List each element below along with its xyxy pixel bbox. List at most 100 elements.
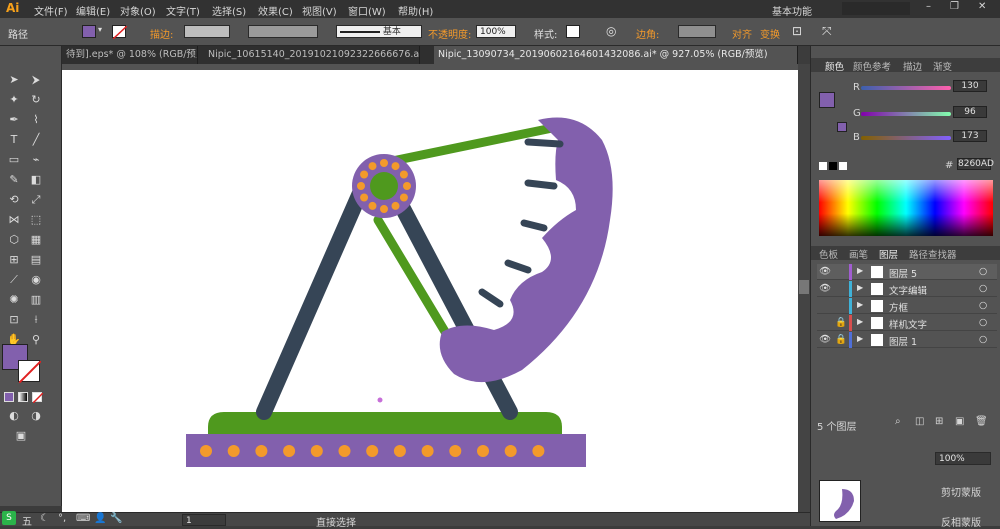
new-layer-icon[interactable]: ▣ — [955, 416, 964, 427]
visibility-eye-icon[interactable]: 👁 — [819, 283, 831, 294]
tab-stroke[interactable]: 描边 — [903, 59, 922, 73]
pencil-tool-icon[interactable]: ✎ — [6, 172, 22, 188]
artboard[interactable] — [62, 70, 798, 512]
direct-selection-tool-icon[interactable]: ⮞ — [28, 72, 44, 88]
tab-doc-1[interactable]: 待到].eps* @ 108% (RGB/预览) — [62, 46, 198, 64]
pen-tool-icon[interactable]: ✒ — [6, 112, 22, 128]
curvature-tool-icon[interactable]: ⌇ — [28, 112, 44, 128]
restore-icon[interactable]: ❐ — [950, 1, 959, 12]
layer-name[interactable]: 样机文字 — [889, 317, 927, 331]
nav-zoom-field[interactable]: 100% — [935, 452, 991, 465]
recolor-icon[interactable]: ◎ — [606, 24, 616, 38]
rotate-tool-icon[interactable]: ⟲ — [6, 192, 22, 208]
width-tool-icon[interactable]: ⋈ — [6, 212, 22, 228]
selection-tool-icon[interactable]: ➤ — [6, 72, 22, 88]
hex-value[interactable]: 8260AD — [957, 158, 994, 170]
stroke-swatch[interactable] — [112, 25, 127, 39]
clip-mask-label[interactable]: 剪切蒙版 — [941, 484, 981, 499]
expand-arrow-icon[interactable]: ▶ — [857, 266, 863, 275]
eraser-tool-icon[interactable]: ◧ — [28, 172, 44, 188]
search-input[interactable] — [842, 2, 910, 15]
tab-doc-2[interactable]: Nipic_10615140_20191021092322666676.ai* — [204, 46, 420, 64]
layer-row[interactable]: ▶ 方框 ○ — [817, 298, 997, 314]
layer-row[interactable]: 👁 ▶ 文字编辑 ○ — [817, 281, 997, 297]
line-tool-icon[interactable]: ╱ — [28, 132, 44, 148]
stroke-color-box[interactable] — [18, 360, 41, 383]
transform-again-icon[interactable]: ⤧ — [822, 24, 832, 39]
menu-help[interactable]: 帮助(H) — [398, 3, 433, 18]
g-slider[interactable] — [861, 112, 951, 116]
color-spectrum[interactable] — [819, 180, 993, 236]
layer-name[interactable]: 文字编辑 — [889, 283, 927, 297]
b-slider[interactable] — [861, 136, 951, 140]
locate-object-icon[interactable]: ⌕ — [895, 416, 901, 427]
fill-dropdown-icon[interactable]: ▾ — [98, 25, 102, 34]
expand-arrow-icon[interactable]: ▶ — [857, 317, 863, 326]
menu-effect[interactable]: 效果(C) — [258, 3, 293, 18]
lock-icon[interactable]: 🔒 — [835, 317, 847, 328]
b-value[interactable]: 173 — [953, 130, 987, 142]
layer-name[interactable]: 图层 5 — [889, 266, 917, 280]
align-link[interactable]: 对齐 — [732, 26, 752, 41]
column-graph-icon[interactable]: ▥ — [28, 292, 44, 308]
delete-layer-icon[interactable]: 🗑 — [975, 416, 988, 427]
status-zoom-field[interactable]: 1 — [182, 514, 226, 526]
lock-icon[interactable]: 🔒 — [835, 334, 847, 345]
menu-type[interactable]: 文字(T) — [166, 3, 200, 18]
corner-radius-field[interactable] — [678, 25, 716, 38]
target-icon[interactable]: ○ — [979, 266, 987, 277]
tab-pathfinder[interactable]: 路径查找器 — [909, 247, 957, 261]
tab-color-guide[interactable]: 颜色参考 — [853, 59, 891, 73]
opacity-label[interactable]: 不透明度: — [428, 26, 471, 41]
transform-link[interactable]: 变换 — [760, 26, 780, 41]
black-swatch[interactable] — [829, 162, 837, 170]
target-icon[interactable]: ○ — [979, 317, 987, 328]
new-sublayer-icon[interactable]: ⊞ — [935, 416, 943, 427]
workspace-switcher[interactable]: 基本功能 — [772, 3, 812, 18]
menu-object[interactable]: 对象(O) — [120, 3, 156, 18]
ime-settings-icon[interactable]: 🔧 — [110, 513, 122, 524]
close-icon[interactable]: ✕ — [978, 1, 986, 12]
r-slider[interactable] — [861, 86, 951, 90]
tab-brushes[interactable]: 画笔 — [849, 247, 868, 261]
zoom-tool-icon[interactable]: ⚲ — [28, 332, 44, 348]
layer-row[interactable]: 👁 🔒 ▶ 图层 1 ○ — [817, 332, 997, 348]
slice-tool-icon[interactable]: ⟊ — [28, 312, 44, 328]
tab-layers[interactable]: 图层 — [879, 247, 898, 261]
r-value[interactable]: 130 — [953, 80, 987, 92]
ime-keyboard-icon[interactable]: ⌨ — [76, 513, 90, 524]
menu-file[interactable]: 文件(F) — [34, 3, 68, 18]
ime-moon-icon[interactable]: ☾ — [40, 513, 49, 524]
opacity-field[interactable]: 100% — [476, 25, 516, 38]
layer-name[interactable]: 图层 1 — [889, 334, 917, 348]
clipping-mask-icon[interactable]: ◫ — [915, 416, 924, 427]
expand-arrow-icon[interactable]: ▶ — [857, 300, 863, 309]
mesh-tool-icon[interactable]: ⊞ — [6, 252, 22, 268]
draw-behind-icon[interactable]: ◑ — [28, 408, 44, 424]
gradient-tool-icon[interactable]: ▤ — [28, 252, 44, 268]
artboard-tool-icon[interactable]: ⊡ — [6, 312, 22, 328]
panel-fill-swatch[interactable] — [819, 92, 835, 108]
stroke-weight-field[interactable] — [184, 25, 230, 38]
white-swatch[interactable] — [839, 162, 847, 170]
ime-punct-icon[interactable]: °, — [58, 513, 66, 524]
type-tool-icon[interactable]: T — [6, 132, 22, 148]
fill-swatch[interactable] — [82, 25, 96, 38]
menu-view[interactable]: 视图(V) — [302, 3, 337, 18]
paintbrush-tool-icon[interactable]: ⌁ — [28, 152, 44, 168]
tab-color[interactable]: 颜色 — [825, 59, 844, 73]
free-transform-icon[interactable]: ⬚ — [28, 212, 44, 228]
isolate-icon[interactable]: ⊡ — [792, 24, 802, 38]
vertical-scrollbar[interactable] — [798, 64, 810, 512]
target-icon[interactable]: ○ — [979, 300, 987, 311]
menu-edit[interactable]: 编辑(E) — [76, 3, 110, 18]
none-mode-icon[interactable] — [32, 392, 43, 403]
tab-doc-3[interactable]: Nipic_13090734_20190602164601432086.ai* … — [434, 46, 798, 64]
visibility-eye-icon[interactable]: 👁 — [819, 266, 831, 277]
target-icon[interactable]: ○ — [979, 334, 987, 345]
screen-mode-icon[interactable]: ▣ — [10, 428, 32, 444]
color-mode-icon[interactable] — [4, 392, 14, 402]
scroll-thumb[interactable] — [799, 280, 809, 294]
target-icon[interactable]: ○ — [979, 283, 987, 294]
g-value[interactable]: 96 — [953, 106, 987, 118]
